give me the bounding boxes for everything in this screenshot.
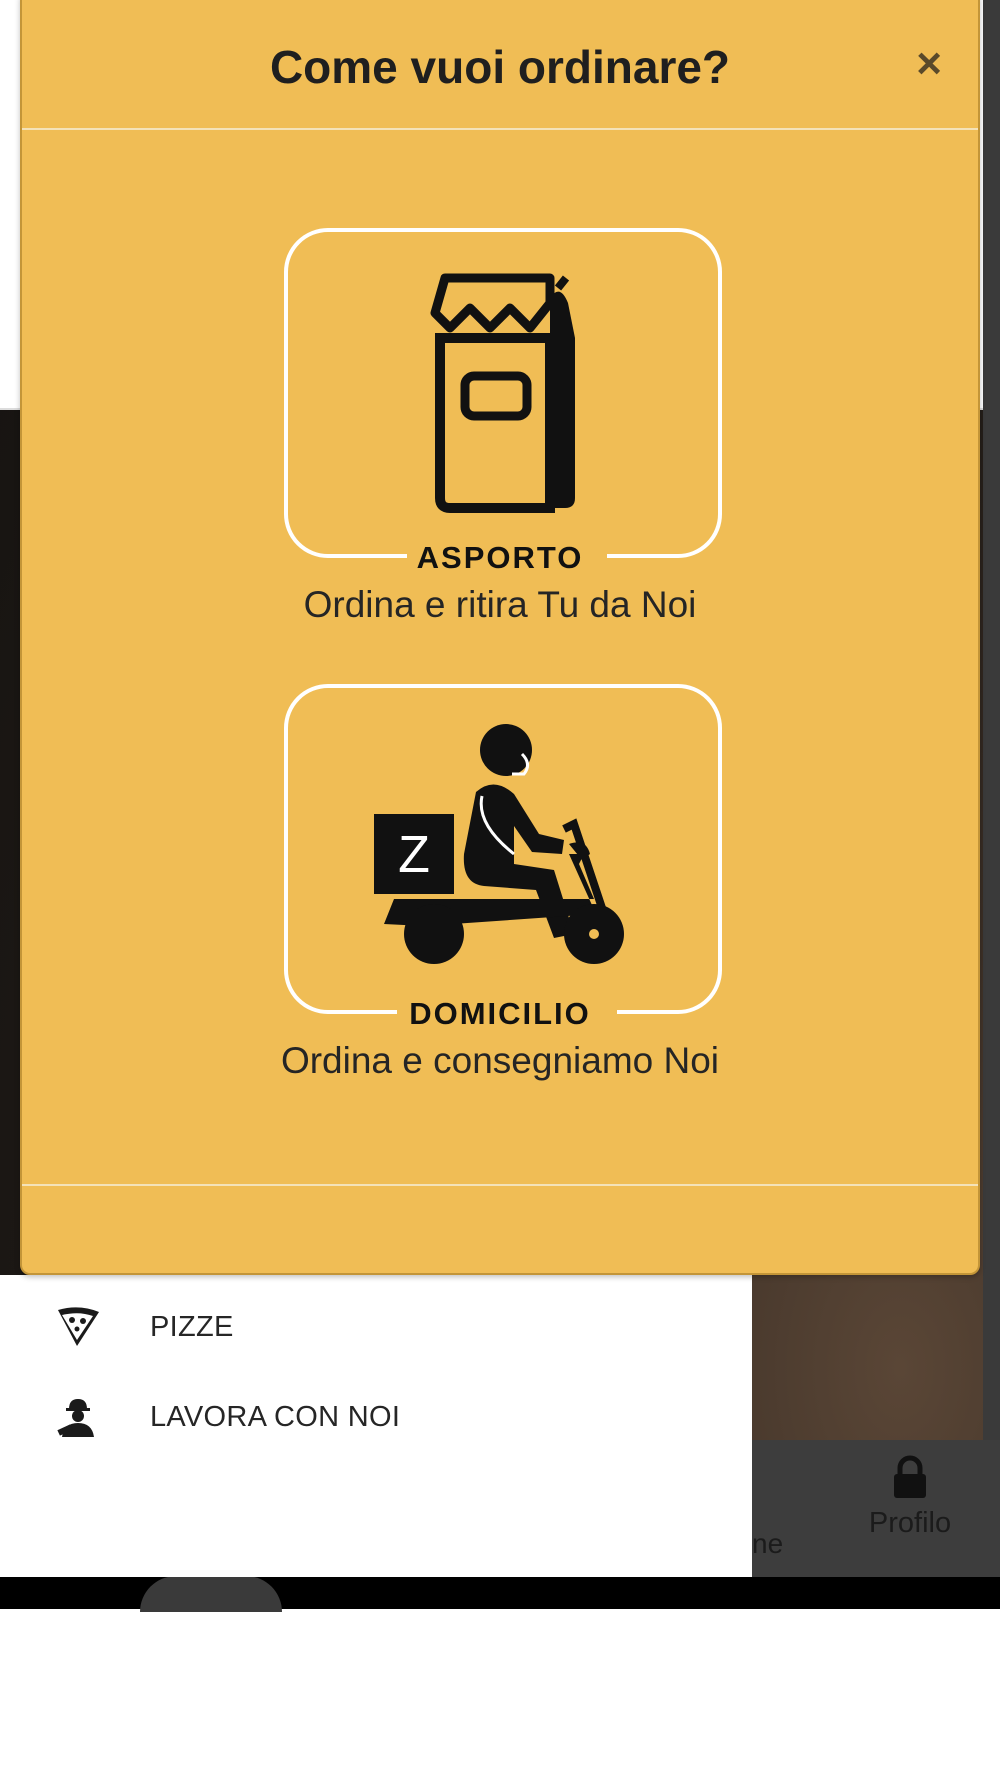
side-drawer: PIZZE LAVORA CON NOI (0, 1275, 752, 1577)
scooter-icon: Z (374, 724, 624, 964)
nav-item-partial-label[interactable]: ne (752, 1528, 783, 1560)
worker-icon (48, 1392, 108, 1442)
bag-icon (430, 273, 575, 513)
lock-icon (894, 1455, 926, 1498)
modal-title: Come vuoi ordinare? (269, 41, 731, 93)
option-asporto-button[interactable]: ASPORTO Ordina e ritira Tu da Noi (22, 228, 978, 628)
option-domicilio-button[interactable]: Z DOMICILIO Ordina e consegniamo Noi (22, 684, 978, 1084)
option-label: DOMICILIO (409, 996, 591, 1031)
option-subtitle: Ordina e consegniamo Noi (280, 1040, 720, 1081)
order-type-modal: Come vuoi ordinare? × ASPORTO Ordina e r… (20, 0, 980, 1275)
floating-button-partial[interactable] (140, 1576, 282, 1612)
pizza-slice-icon (48, 1302, 108, 1352)
option-label: ASPORTO (416, 540, 584, 575)
modal-footer-divider (22, 1184, 978, 1186)
drawer-item-lavora-con-noi[interactable]: LAVORA CON NOI (0, 1377, 752, 1457)
drawer-item-label: LAVORA CON NOI (150, 1400, 401, 1433)
nav-item-profile[interactable]: Profilo (850, 1455, 970, 1565)
background-edge (983, 0, 1000, 1440)
drawer-item-pizze[interactable]: PIZZE (0, 1287, 752, 1367)
drawer-item-label: PIZZE (150, 1310, 234, 1343)
option-subtitle: Ordina e ritira Tu da Noi (303, 584, 697, 625)
modal-header-divider (22, 128, 978, 130)
close-icon[interactable]: × (916, 42, 942, 86)
scooter-box-letter: Z (398, 826, 430, 884)
nav-item-profile-label: Profilo (868, 1507, 952, 1539)
